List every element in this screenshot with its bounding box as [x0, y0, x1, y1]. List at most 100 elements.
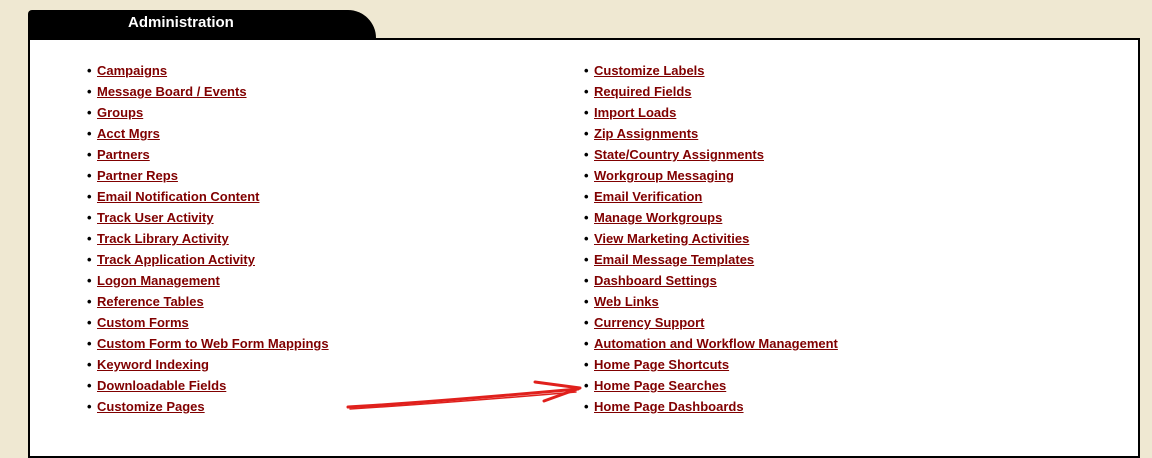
bullet-icon: • — [87, 252, 92, 267]
list-item: • Required Fields — [584, 83, 838, 104]
list-item: • Manage Workgroups — [584, 209, 838, 230]
bullet-icon: • — [87, 105, 92, 120]
list-item: • Track User Activity — [87, 209, 329, 230]
link-groups[interactable]: Groups — [97, 105, 143, 120]
bullet-icon: • — [87, 273, 92, 288]
bullet-icon: • — [87, 399, 92, 414]
link-downloadable-fields[interactable]: Downloadable Fields — [97, 378, 226, 393]
list-item: • Reference Tables — [87, 293, 329, 314]
bullet-icon: • — [87, 84, 92, 99]
link-logon-management[interactable]: Logon Management — [97, 273, 220, 288]
link-reference-tables[interactable]: Reference Tables — [97, 294, 204, 309]
link-custom-forms[interactable]: Custom Forms — [97, 315, 189, 330]
link-custom-form-to-web-form-mappings[interactable]: Custom Form to Web Form Mappings — [97, 336, 329, 351]
link-email-message-templates[interactable]: Email Message Templates — [594, 252, 754, 267]
link-zip-assignments[interactable]: Zip Assignments — [594, 126, 698, 141]
link-home-page-searches[interactable]: Home Page Searches — [594, 378, 726, 393]
link-customize-labels[interactable]: Customize Labels — [594, 63, 705, 78]
bullet-icon: • — [584, 126, 589, 141]
list-item: • Message Board / Events — [87, 83, 329, 104]
bullet-icon: • — [584, 378, 589, 393]
list-item: • Downloadable Fields — [87, 377, 329, 398]
bullet-icon: • — [87, 63, 92, 78]
admin-links-right-column: • Customize Labels • Required Fields • Impo… — [584, 62, 838, 419]
bullet-icon: • — [584, 336, 589, 351]
link-track-user-activity[interactable]: Track User Activity — [97, 210, 214, 225]
bullet-icon: • — [584, 294, 589, 309]
link-customize-pages[interactable]: Customize Pages — [97, 399, 205, 414]
list-item: • Logon Management — [87, 272, 329, 293]
bullet-icon: • — [87, 315, 92, 330]
administration-tab-title: Administration — [128, 14, 234, 31]
link-web-links[interactable]: Web Links — [594, 294, 659, 309]
link-partner-reps[interactable]: Partner Reps — [97, 168, 178, 183]
bullet-icon: • — [584, 357, 589, 372]
bullet-icon: • — [584, 63, 589, 78]
link-import-loads[interactable]: Import Loads — [594, 105, 676, 120]
link-home-page-shortcuts[interactable]: Home Page Shortcuts — [594, 357, 729, 372]
bullet-icon: • — [584, 273, 589, 288]
bullet-icon: • — [584, 189, 589, 204]
link-partners[interactable]: Partners — [97, 147, 150, 162]
bullet-icon: • — [584, 315, 589, 330]
bullet-icon: • — [87, 210, 92, 225]
link-campaigns[interactable]: Campaigns — [97, 63, 167, 78]
list-item: • Custom Form to Web Form Mappings — [87, 335, 329, 356]
link-keyword-indexing[interactable]: Keyword Indexing — [97, 357, 209, 372]
list-item: • Campaigns — [87, 62, 329, 83]
list-item: • Partner Reps — [87, 167, 329, 188]
admin-links-left-column: • Campaigns • Message Board / Events • Grou… — [87, 62, 329, 419]
link-email-notification-content[interactable]: Email Notification Content — [97, 189, 260, 204]
link-dashboard-settings[interactable]: Dashboard Settings — [594, 273, 717, 288]
link-home-page-dashboards[interactable]: Home Page Dashboards — [594, 399, 744, 414]
link-track-application-activity[interactable]: Track Application Activity — [97, 252, 255, 267]
link-workgroup-messaging[interactable]: Workgroup Messaging — [594, 168, 734, 183]
list-item: • Groups — [87, 104, 329, 125]
bullet-icon: • — [584, 252, 589, 267]
list-item: • Acct Mgrs — [87, 125, 329, 146]
bullet-icon: • — [87, 336, 92, 351]
list-item: • Track Application Activity — [87, 251, 329, 272]
list-item: • Automation and Workflow Management — [584, 335, 838, 356]
link-required-fields[interactable]: Required Fields — [594, 84, 692, 99]
list-item: • Partners — [87, 146, 329, 167]
link-acct-mgrs[interactable]: Acct Mgrs — [97, 126, 160, 141]
bullet-icon: • — [584, 84, 589, 99]
link-track-library-activity[interactable]: Track Library Activity — [97, 231, 229, 246]
list-item: • Workgroup Messaging — [584, 167, 838, 188]
bullet-icon: • — [87, 126, 92, 141]
link-manage-workgroups[interactable]: Manage Workgroups — [594, 210, 722, 225]
list-item: • Home Page Shortcuts — [584, 356, 838, 377]
link-automation-and-workflow-management[interactable]: Automation and Workflow Management — [594, 336, 838, 351]
link-message-board-events[interactable]: Message Board / Events — [97, 84, 247, 99]
list-item: • Customize Pages — [87, 398, 329, 419]
bullet-icon: • — [584, 168, 589, 183]
list-item: • Currency Support — [584, 314, 838, 335]
bullet-icon: • — [87, 168, 92, 183]
link-view-marketing-activities[interactable]: View Marketing Activities — [594, 231, 749, 246]
bullet-icon: • — [584, 231, 589, 246]
link-state-country-assignments[interactable]: State/Country Assignments — [594, 147, 764, 162]
list-item: • Import Loads — [584, 104, 838, 125]
bullet-icon: • — [584, 147, 589, 162]
link-email-verification[interactable]: Email Verification — [594, 189, 702, 204]
list-item: • Email Notification Content — [87, 188, 329, 209]
list-item: • Track Library Activity — [87, 230, 329, 251]
list-item: • Customize Labels — [584, 62, 838, 83]
list-item: • Zip Assignments — [584, 125, 838, 146]
bullet-icon: • — [584, 210, 589, 225]
link-currency-support[interactable]: Currency Support — [594, 315, 705, 330]
list-item: • Email Verification — [584, 188, 838, 209]
list-item: • Home Page Searches — [584, 377, 838, 398]
bullet-icon: • — [584, 399, 589, 414]
bullet-icon: • — [584, 105, 589, 120]
list-item: • Email Message Templates — [584, 251, 838, 272]
list-item: • Home Page Dashboards — [584, 398, 838, 419]
list-item: • State/Country Assignments — [584, 146, 838, 167]
bullet-icon: • — [87, 294, 92, 309]
list-item: • View Marketing Activities — [584, 230, 838, 251]
list-item: • Keyword Indexing — [87, 356, 329, 377]
list-item: • Dashboard Settings — [584, 272, 838, 293]
list-item: • Web Links — [584, 293, 838, 314]
bullet-icon: • — [87, 357, 92, 372]
